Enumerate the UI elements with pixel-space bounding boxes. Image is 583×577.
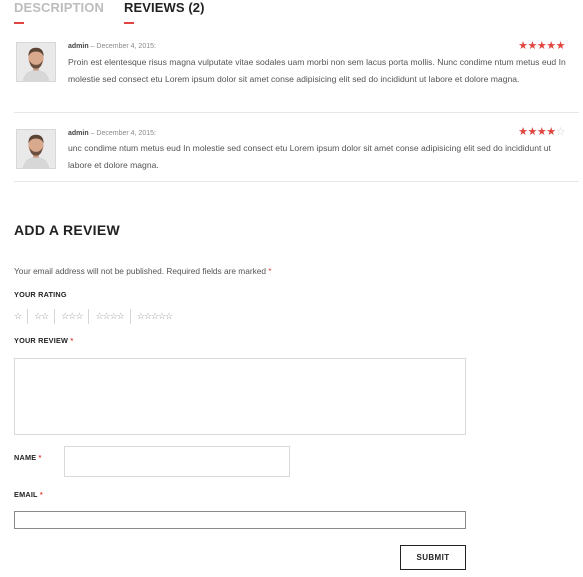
review-text: unc condime ntum metus eud In molestie s… bbox=[68, 143, 551, 170]
tab-description-underline bbox=[14, 22, 24, 24]
review-date: – December 4, 2015: bbox=[90, 43, 156, 50]
name-field-label: NAME * bbox=[14, 453, 42, 462]
required-asterisk: * bbox=[268, 266, 272, 276]
tab-description-label: DESCRIPTION bbox=[14, 0, 104, 15]
rating-option-3[interactable]: ☆☆☆ bbox=[55, 309, 88, 324]
review-field-label: YOUR REVIEW * bbox=[14, 336, 73, 345]
star-filled-icon: ★ bbox=[546, 40, 556, 52]
required-asterisk: * bbox=[70, 336, 74, 345]
rating-option-2[interactable]: ☆☆ bbox=[28, 309, 54, 324]
star-filled-icon: ★ bbox=[546, 126, 556, 138]
star-filled-icon: ★ bbox=[555, 40, 566, 52]
review-meta: admin – December 4, 2015: bbox=[68, 130, 156, 137]
review-date: – December 4, 2015: bbox=[90, 130, 156, 137]
review-rating: ★★★★☆ bbox=[518, 125, 565, 138]
review-author: admin bbox=[68, 43, 89, 50]
star-filled-icon: ★ bbox=[518, 40, 528, 52]
submit-button[interactable]: SUBMIT bbox=[400, 545, 466, 570]
review-text: Proin est elentesque risus magna vulputa… bbox=[68, 57, 566, 84]
rating-option-5[interactable]: ☆☆☆☆☆ bbox=[131, 309, 178, 324]
email-field-label-text: EMAIL bbox=[14, 490, 38, 499]
required-asterisk: * bbox=[38, 453, 42, 462]
rating-label: YOUR RATING bbox=[14, 290, 67, 299]
add-review-title: ADD A REVIEW bbox=[14, 222, 121, 238]
required-asterisk: * bbox=[39, 490, 43, 499]
review-item: admin – December 4, 2015: ★★★★☆ unc cond… bbox=[14, 113, 579, 182]
tab-description[interactable]: DESCRIPTION bbox=[14, 0, 104, 24]
tab-reviews[interactable]: REVIEWS (2) bbox=[123, 0, 205, 24]
user-photo-icon bbox=[17, 130, 55, 168]
email-field[interactable] bbox=[14, 511, 466, 529]
star-filled-icon: ★ bbox=[518, 126, 528, 138]
star-filled-icon: ★ bbox=[536, 40, 547, 52]
rating-selector: ☆ ☆☆ ☆☆☆ ☆☆☆☆ ☆☆☆☆☆ bbox=[14, 309, 178, 324]
name-field-label-text: NAME bbox=[14, 453, 37, 462]
star-filled-icon: ★ bbox=[536, 126, 547, 138]
review-meta: admin – December 4, 2015: bbox=[68, 43, 156, 50]
star-filled-icon: ★ bbox=[527, 126, 538, 138]
review-author: admin bbox=[68, 130, 89, 137]
name-field[interactable] bbox=[64, 446, 290, 477]
review-item: admin – December 4, 2015: ★★★★★ Proin es… bbox=[14, 33, 579, 113]
review-field-label-text: YOUR REVIEW bbox=[14, 336, 69, 345]
required-notice: Your email address will not be published… bbox=[14, 266, 272, 276]
user-photo-icon bbox=[17, 43, 55, 81]
star-empty-icon: ☆ bbox=[555, 126, 566, 138]
star-filled-icon: ★ bbox=[527, 40, 538, 52]
rating-option-4[interactable]: ☆☆☆☆ bbox=[89, 309, 129, 324]
tab-reviews-underline bbox=[123, 22, 134, 24]
required-notice-text: Your email address will not be published… bbox=[14, 266, 266, 276]
rating-option-1[interactable]: ☆ bbox=[14, 309, 27, 324]
review-rating: ★★★★★ bbox=[518, 39, 565, 52]
review-textarea[interactable] bbox=[14, 358, 466, 435]
tab-reviews-label: REVIEWS (2) bbox=[123, 0, 205, 15]
review-tabs: DESCRIPTION REVIEWS (2) bbox=[14, 0, 205, 24]
email-field-label: EMAIL * bbox=[14, 490, 43, 499]
avatar bbox=[16, 42, 56, 82]
avatar bbox=[16, 129, 56, 169]
